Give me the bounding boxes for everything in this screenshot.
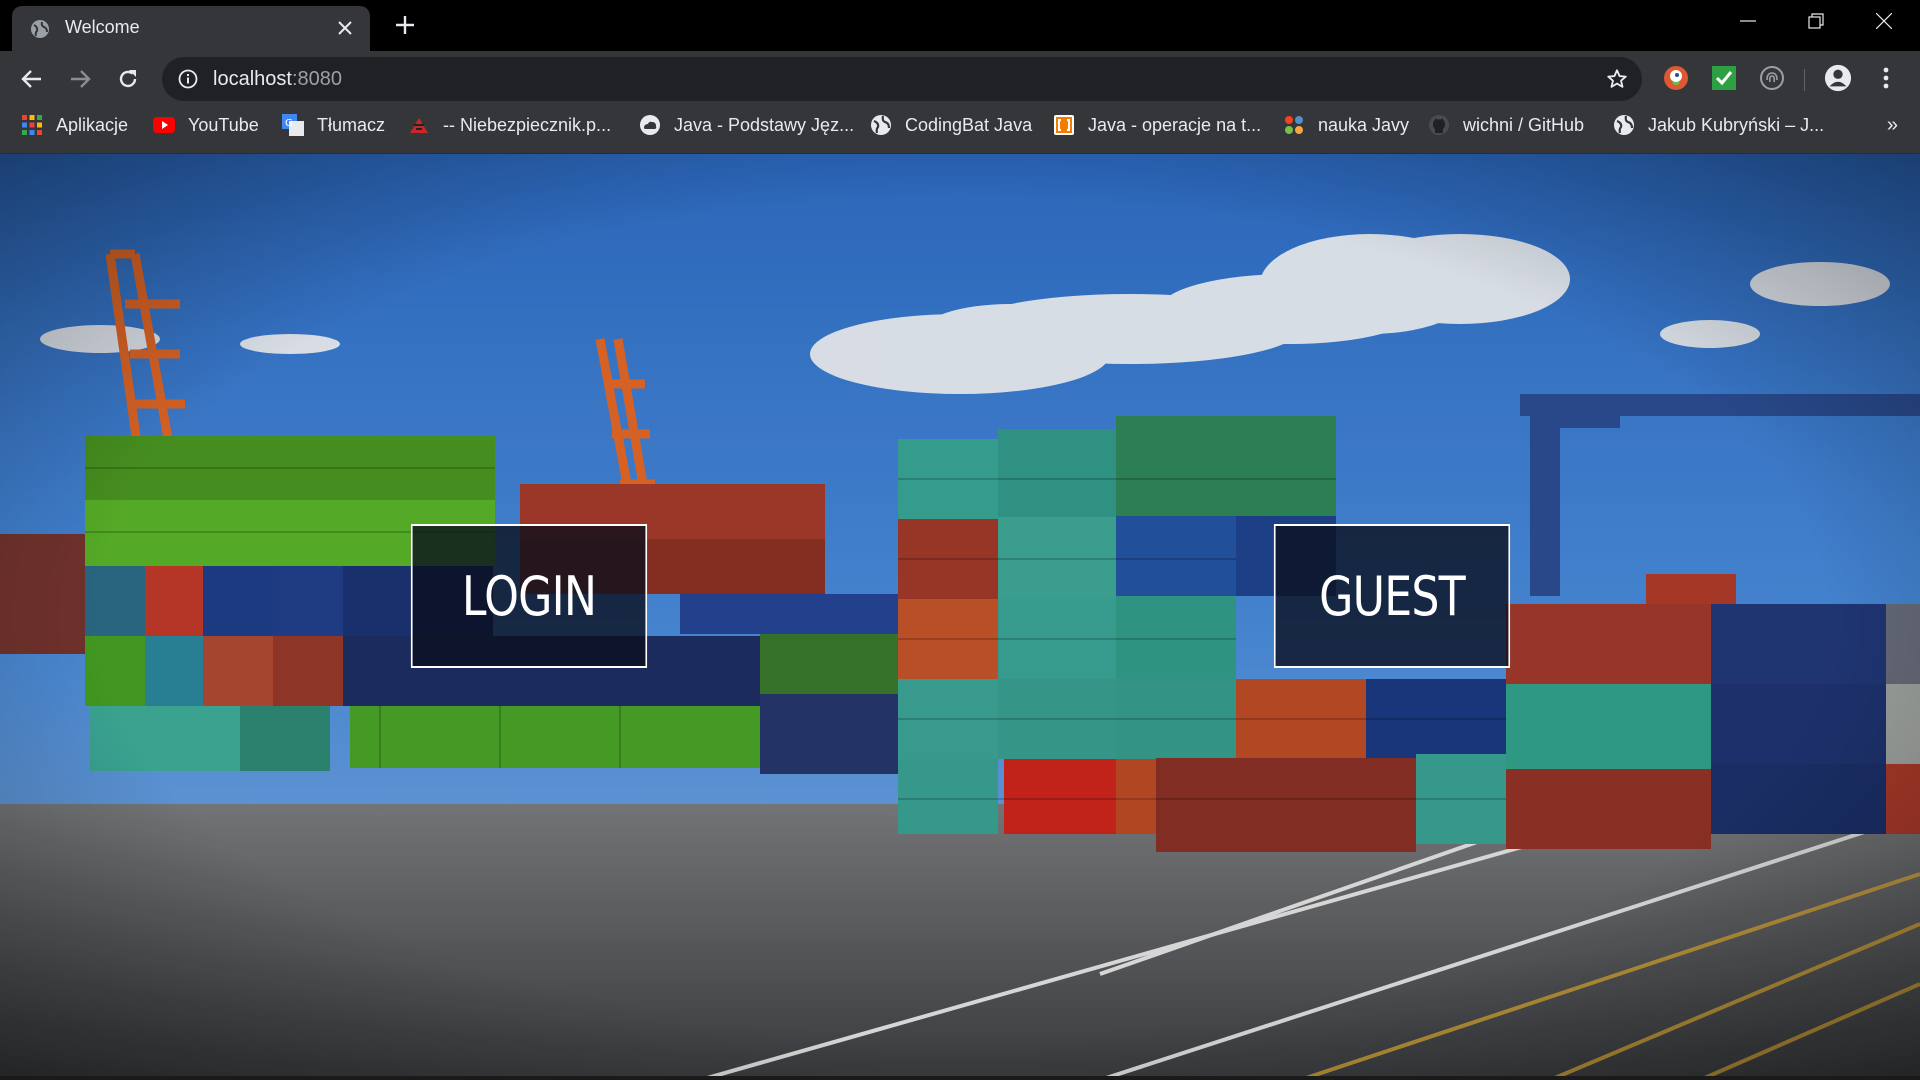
back-arrow-icon[interactable] bbox=[16, 63, 48, 95]
globe-icon bbox=[870, 114, 892, 136]
bookmark-java-podstawy[interactable]: Java - Podstawy Jęz... bbox=[639, 106, 854, 144]
info-icon[interactable] bbox=[178, 69, 198, 89]
page-viewport: LOGIN GUEST bbox=[0, 154, 1920, 1080]
bookmark-label: Java - operacje na t... bbox=[1088, 114, 1262, 135]
bookmark-aplikacje[interactable]: Aplikacje bbox=[21, 106, 128, 144]
bookmark-label: Tłumacz bbox=[317, 114, 386, 135]
bookmark-label: Jakub Kubryński – J... bbox=[1648, 114, 1825, 135]
globe-icon bbox=[1613, 114, 1635, 136]
window-bottom-edge bbox=[0, 1076, 1920, 1080]
youtube-icon bbox=[153, 114, 175, 136]
translate-icon: G bbox=[282, 114, 304, 136]
bookmark-label: Java - Podstawy Jęz... bbox=[674, 114, 855, 135]
bookmark-java-operacje[interactable]: Java - operacje na t... bbox=[1053, 106, 1261, 144]
container-port-background-image bbox=[0, 154, 1920, 1080]
bookmark-star-icon[interactable] bbox=[1606, 68, 1628, 90]
browser-toolbar: localhost:8080 bbox=[0, 51, 1920, 106]
apps-grid-icon bbox=[21, 114, 43, 136]
url-text: localhost:8080 bbox=[213, 68, 342, 91]
bookmark-label: Aplikacje bbox=[56, 114, 129, 135]
minimize-icon[interactable] bbox=[1714, 0, 1782, 42]
login-button[interactable]: LOGIN bbox=[410, 524, 648, 668]
url-port: :8080 bbox=[291, 68, 342, 90]
tab-title: Welcome bbox=[65, 17, 140, 37]
joomla-icon bbox=[1283, 114, 1305, 136]
url-host: localhost bbox=[213, 68, 292, 90]
fingerprint-extension-icon[interactable] bbox=[1758, 64, 1786, 92]
close-tab-icon[interactable] bbox=[334, 17, 356, 39]
reload-icon[interactable] bbox=[112, 63, 144, 95]
bracket-icon bbox=[1053, 114, 1075, 136]
bookmark-niebezpiecznik[interactable]: -- Niebezpiecznik.p... bbox=[408, 106, 611, 144]
bookmark-jakub-kubrynski[interactable]: Jakub Kubryński – J... bbox=[1613, 106, 1824, 144]
bookmark-youtube[interactable]: YouTube bbox=[153, 106, 259, 144]
bookmarks-bar: Aplikacje YouTube G Tłumacz -- Niebezpie… bbox=[0, 106, 1920, 154]
address-bar[interactable]: localhost:8080 bbox=[162, 57, 1642, 101]
menu-kebab-icon[interactable] bbox=[1872, 64, 1900, 92]
guest-button[interactable]: GUEST bbox=[1273, 524, 1511, 668]
new-tab-icon[interactable] bbox=[392, 12, 418, 38]
bookmark-label: YouTube bbox=[188, 114, 259, 135]
bookmark-label: CodingBat Java bbox=[905, 114, 1033, 135]
profile-avatar-icon[interactable] bbox=[1824, 64, 1852, 92]
github-icon bbox=[1428, 114, 1450, 136]
forward-arrow-icon[interactable] bbox=[64, 63, 96, 95]
niebezpiecznik-icon bbox=[408, 114, 430, 136]
toolbar-separator bbox=[1804, 69, 1805, 91]
duckduckgo-extension-icon[interactable] bbox=[1662, 64, 1690, 92]
bookmark-label: wichni / GitHub bbox=[1463, 114, 1585, 135]
bookmark-github[interactable]: wichni / GitHub bbox=[1428, 106, 1584, 144]
bookmark-codingbat[interactable]: CodingBat Java bbox=[870, 106, 1032, 144]
checkmark-extension-icon[interactable] bbox=[1710, 64, 1738, 92]
tab-strip: Welcome bbox=[0, 0, 1920, 51]
close-window-icon[interactable] bbox=[1850, 0, 1918, 42]
tab-welcome[interactable]: Welcome bbox=[12, 6, 370, 51]
globe-icon bbox=[31, 20, 49, 38]
svg-text:G: G bbox=[285, 118, 293, 129]
more-bookmarks-chevron-icon[interactable]: » bbox=[1887, 114, 1898, 137]
bookmark-label: nauka Javy bbox=[1318, 114, 1410, 135]
cloud-icon bbox=[639, 114, 661, 136]
bookmark-tlumacz[interactable]: G Tłumacz bbox=[282, 106, 385, 144]
restore-icon[interactable] bbox=[1782, 0, 1850, 42]
bookmark-nauka-javy[interactable]: nauka Javy bbox=[1283, 106, 1409, 144]
bookmark-label: -- Niebezpiecznik.p... bbox=[443, 114, 612, 135]
